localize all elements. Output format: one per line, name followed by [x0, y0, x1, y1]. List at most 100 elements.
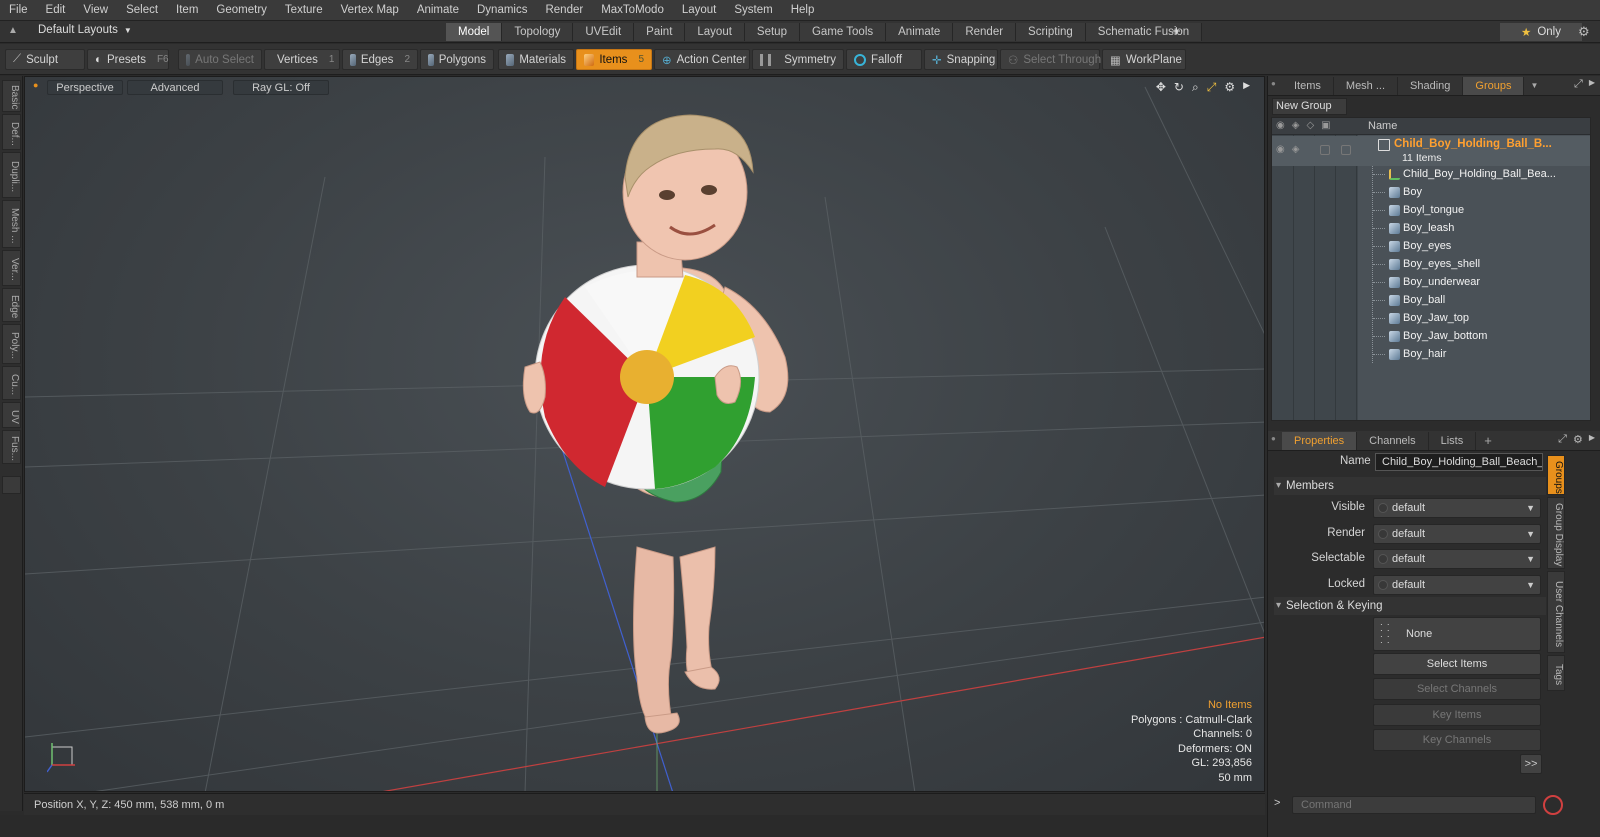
menu-dynamics[interactable]: Dynamics [468, 0, 536, 21]
tab-topology[interactable]: Topology [502, 23, 574, 41]
selection-keying-section[interactable]: Selection & Keying [1274, 597, 1546, 615]
add-tab-icon[interactable]: + [1172, 23, 1181, 41]
menu-animate[interactable]: Animate [408, 0, 468, 21]
select-through-button[interactable]: ⚇ Select Through [1000, 49, 1101, 70]
vtab-polygon[interactable]: Poly... [2, 324, 21, 364]
vtab-mesh[interactable]: Mesh ... [2, 200, 21, 248]
advanced-button[interactable]: Advanced [127, 80, 223, 95]
lock-icon[interactable]: ▣ [1321, 120, 1330, 131]
tab-model[interactable]: Model [446, 23, 503, 41]
expand-button[interactable]: >> [1520, 754, 1542, 774]
sculpt-button[interactable]: ⟋ Sculpt [5, 49, 85, 70]
select-channels-button[interactable]: Select Channels [1373, 678, 1541, 700]
snapping-button[interactable]: ✛ Snapping [924, 49, 998, 70]
presets-button[interactable]: ◐ Presets F6 [87, 49, 169, 70]
viewport-gear-icon[interactable]: ⚙ [1224, 80, 1235, 95]
menu-item[interactable]: Item [167, 0, 207, 21]
locked-checkbox[interactable] [1341, 145, 1351, 155]
menu-texture[interactable]: Texture [276, 0, 332, 21]
materials-button[interactable]: Materials [498, 49, 574, 70]
tabs-dropdown-icon[interactable]: ▼ [1530, 81, 1538, 90]
workplane-button[interactable]: ▦ WorkPlane [1102, 49, 1186, 70]
action-center-button[interactable]: ⊕ Action Center [654, 49, 750, 70]
falloff-button[interactable]: Falloff [846, 49, 922, 70]
vtab-fusion[interactable]: Fus... [2, 430, 21, 464]
panel-dot-icon[interactable]: ● [1271, 79, 1276, 88]
symmetry-button[interactable]: Symmetry [752, 49, 844, 70]
tab-items[interactable]: Items [1282, 76, 1334, 95]
key-items-button[interactable]: Key Items [1373, 704, 1541, 726]
side-tab-user-channels[interactable]: User Channels [1547, 571, 1565, 653]
only-button[interactable]: ★ Only [1500, 23, 1582, 41]
items-button[interactable]: Items 5 [576, 49, 652, 70]
keying-mode-button[interactable]: · · · · · · · · None [1373, 617, 1541, 651]
list-item[interactable]: Boy_leash [1272, 220, 1590, 237]
maximize-view-icon[interactable]: ⤢ [1207, 80, 1217, 95]
polygons-button[interactable]: Polygons [420, 49, 494, 70]
list-item[interactable]: Boy_Jaw_bottom [1272, 328, 1590, 345]
list-item[interactable]: Boy_Jaw_top [1272, 310, 1590, 327]
side-tab-tags[interactable]: Tags [1547, 655, 1565, 691]
rotate-view-icon[interactable]: ↻ [1174, 80, 1184, 95]
list-item[interactable]: Boy_eyes [1272, 238, 1590, 255]
menu-layout[interactable]: Layout [673, 0, 726, 21]
select-items-button[interactable]: Select Items [1373, 653, 1541, 675]
vtab-expand[interactable] [2, 476, 21, 494]
expand-panel-icon[interactable]: ⤢ [1574, 78, 1583, 91]
tab-properties[interactable]: Properties [1282, 431, 1358, 450]
tab-scripting[interactable]: Scripting [1016, 23, 1086, 41]
group-list[interactable]: ◉ ◈ ◇ ▣ Name ◉ ◈ Child_Boy_Holding_Ball_… [1271, 117, 1591, 421]
tab-channels[interactable]: Channels [1357, 431, 1429, 450]
menu-file[interactable]: File [0, 0, 37, 21]
add-tab-icon[interactable]: + [1484, 433, 1492, 448]
raygl-button[interactable]: Ray GL: Off [233, 80, 329, 95]
vtab-curve[interactable]: Cu... [2, 366, 21, 400]
tab-schematic-fusion[interactable]: Schematic Fusion [1085, 23, 1203, 41]
home-icon[interactable]: ▲ [8, 25, 20, 37]
perspective-button[interactable]: Perspective [47, 80, 123, 95]
move-view-icon[interactable]: ✥ [1156, 80, 1166, 95]
selectable-checkbox[interactable] [1320, 145, 1330, 155]
list-item[interactable]: Boy [1272, 184, 1590, 201]
viewport-arrow-icon[interactable]: ▶ [1243, 80, 1250, 95]
stop-icon[interactable] [1543, 795, 1563, 815]
panel-arrow-icon[interactable]: ▶ [1589, 433, 1595, 446]
eye-icon[interactable]: ◉ [1276, 144, 1285, 155]
key-channels-button[interactable]: Key Channels [1373, 729, 1541, 751]
menu-vertex-map[interactable]: Vertex Map [332, 0, 408, 21]
panel-arrow-icon[interactable]: ▶ [1589, 78, 1595, 91]
list-item[interactable]: Child_Boy_Holding_Ball_Bea... [1272, 166, 1590, 183]
tab-animate[interactable]: Animate [886, 23, 954, 41]
render-icon[interactable]: ◈ [1292, 120, 1300, 131]
list-item[interactable]: Boy_eyes_shell [1272, 256, 1590, 273]
render-select[interactable]: default ▼ [1373, 524, 1541, 544]
side-tab-group-display[interactable]: Group Display [1547, 497, 1565, 569]
tab-layout[interactable]: Layout [685, 23, 745, 41]
layouts-dropdown[interactable]: Default Layouts ▼ [38, 24, 132, 36]
edges-button[interactable]: Edges 2 [342, 49, 418, 70]
menu-geometry[interactable]: Geometry [207, 0, 276, 21]
side-tab-groups[interactable]: Groups [1547, 455, 1565, 495]
auto-select-button[interactable]: Auto Select [178, 49, 262, 70]
selectable-select[interactable]: default ▼ [1373, 549, 1541, 569]
vtab-deform[interactable]: Def... [2, 114, 21, 150]
viewport-dot-icon[interactable]: ● [33, 80, 38, 90]
vtab-vertex[interactable]: Ver... [2, 250, 21, 286]
menu-render[interactable]: Render [536, 0, 592, 21]
list-item[interactable]: Boy_underwear [1272, 274, 1590, 291]
tab-mesh[interactable]: Mesh ... [1334, 76, 1399, 95]
vtab-basic[interactable]: Basic [2, 80, 21, 112]
menu-edit[interactable]: Edit [37, 0, 75, 21]
tab-game-tools[interactable]: Game Tools [799, 23, 887, 41]
gear-icon[interactable]: ⚙ [1578, 24, 1590, 40]
list-item[interactable]: Boy_hair [1272, 346, 1590, 363]
properties-gear-icon[interactable]: ⚙ [1573, 433, 1583, 446]
tab-lists[interactable]: Lists [1429, 431, 1477, 450]
render-icon[interactable]: ◈ [1292, 144, 1300, 155]
vtab-uv[interactable]: UV [2, 402, 21, 428]
tab-setup[interactable]: Setup [744, 23, 800, 41]
group-row[interactable]: ◉ ◈ Child_Boy_Holding_Ball_B... 11 Items [1272, 136, 1590, 166]
zoom-view-icon[interactable]: ⌕ [1192, 80, 1199, 95]
menu-select[interactable]: Select [117, 0, 167, 21]
menu-help[interactable]: Help [782, 0, 824, 21]
